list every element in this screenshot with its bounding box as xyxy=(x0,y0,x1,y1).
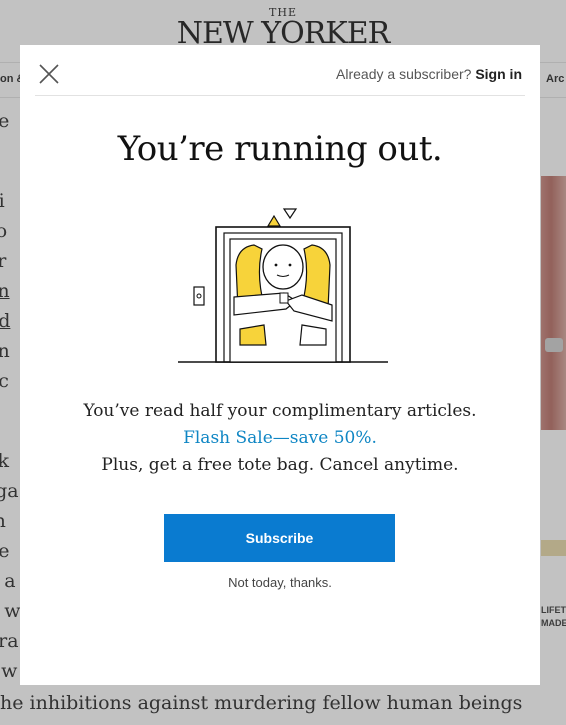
subscribe-button[interactable]: Subscribe xyxy=(164,514,395,562)
person-in-elevator-illustration xyxy=(178,208,388,363)
paywall-modal: Already a subscriber? Sign in You’re run… xyxy=(20,45,540,685)
message-line-1: You’ve read half your complimentary arti… xyxy=(83,401,477,421)
close-icon[interactable] xyxy=(38,63,60,85)
flash-sale-text: Flash Sale—save 50%. xyxy=(183,428,377,448)
not-today-link[interactable]: Not today, thanks. xyxy=(20,575,540,590)
subscriber-prompt: Already a subscriber? Sign in xyxy=(336,66,522,82)
already-subscriber-text: Already a subscriber? xyxy=(336,66,472,82)
divider xyxy=(35,95,525,96)
message-line-3: Plus, get a free tote bag. Cancel anytim… xyxy=(101,455,459,475)
sign-in-link[interactable]: Sign in xyxy=(475,66,522,82)
modal-headline: You’re running out. xyxy=(117,129,443,169)
